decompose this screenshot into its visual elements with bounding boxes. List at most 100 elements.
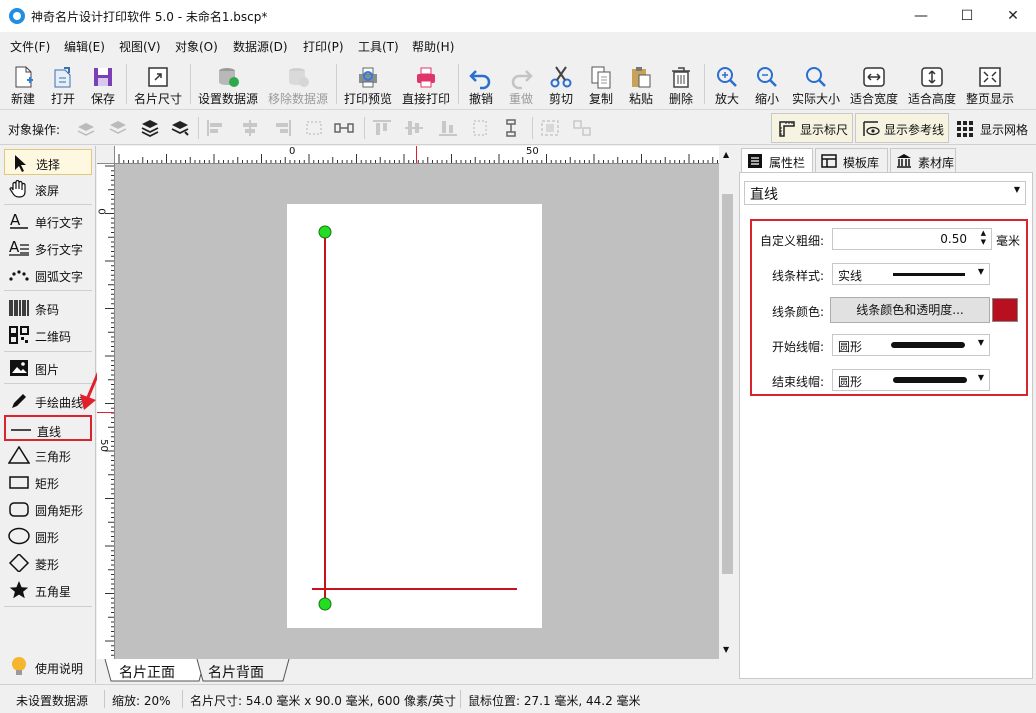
menu-datasource[interactable]: 数据源(D): [233, 38, 288, 55]
status-card-size: 名片尺寸: 54.0 毫米 x 90.0 毫米, 600 像素/英寸: [190, 694, 457, 708]
align-bottom-icon[interactable]: [438, 119, 458, 137]
tab-card-back[interactable]: 名片背面: [208, 662, 264, 682]
card-drawing: [312, 225, 517, 611]
tool-ellipse[interactable]: 圆形: [4, 523, 92, 549]
set-datasource-button[interactable]: 设置数据源: [194, 60, 262, 108]
show-grid-toggle[interactable]: 显示网格: [952, 113, 1034, 143]
barcode-icon: [9, 300, 29, 316]
align-right-icon[interactable]: [272, 119, 292, 137]
show-ruler-toggle[interactable]: 显示标尺: [771, 113, 853, 143]
menu-tools[interactable]: 工具(T): [358, 38, 399, 55]
tool-scroll[interactable]: 滚屏: [4, 176, 92, 202]
tab-properties[interactable]: 属性栏: [741, 148, 813, 172]
menu-print[interactable]: 打印(P): [303, 38, 344, 55]
layers-top-icon[interactable]: [140, 119, 160, 137]
line-start-handle[interactable]: [318, 225, 332, 239]
cut-button[interactable]: 剪切: [542, 60, 580, 108]
zoom-out-button[interactable]: 缩小: [748, 60, 786, 108]
paste-button[interactable]: 粘贴: [622, 60, 660, 108]
card-size-button[interactable]: 名片尺寸: [130, 60, 186, 108]
vertical-scrollbar[interactable]: ▲ ▼: [719, 146, 736, 659]
tool-qrcode[interactable]: 二维码: [4, 322, 92, 348]
status-mouse-position: 鼠标位置: 27.1 毫米, 44.2 毫米: [468, 694, 641, 708]
start-cap-select[interactable]: 圆形 ▼: [832, 334, 990, 356]
new-button[interactable]: 新建: [4, 60, 42, 108]
tool-line[interactable]: 直线: [4, 415, 92, 441]
tool-select[interactable]: 选择: [4, 149, 92, 175]
line-width-spinner[interactable]: 0.50 ▲ ▼: [832, 228, 992, 250]
align-center-icon[interactable]: [240, 119, 260, 137]
scroll-down-icon[interactable]: ▼: [723, 645, 729, 654]
tool-help[interactable]: 使用说明: [4, 654, 92, 680]
zoom-in-button[interactable]: 放大: [708, 60, 746, 108]
triangle-icon: [8, 446, 30, 464]
tool-star[interactable]: 五角星: [4, 577, 92, 603]
line-end-handle[interactable]: [318, 597, 332, 611]
align-left-icon[interactable]: [206, 119, 226, 137]
line-color-swatch[interactable]: [992, 298, 1018, 322]
fit-height-button[interactable]: 适合高度: [904, 60, 960, 108]
show-guides-toggle[interactable]: 显示参考线: [855, 113, 949, 143]
send-backward-icon[interactable]: [108, 119, 128, 137]
distribute-vertical-icon[interactable]: [470, 119, 490, 137]
distribute-vspacing-icon[interactable]: [502, 119, 522, 137]
tool-multi-text[interactable]: A 多行文字: [4, 235, 92, 261]
spinner-arrows-icon[interactable]: ▲ ▼: [981, 229, 986, 247]
fit-width-button[interactable]: 适合宽度: [846, 60, 902, 108]
tool-triangle[interactable]: 三角形: [4, 442, 92, 468]
tool-single-text[interactable]: A 单行文字: [4, 208, 92, 234]
line-style-select[interactable]: 实线 ▼: [832, 263, 990, 285]
bring-forward-icon[interactable]: [76, 119, 96, 137]
direct-print-button[interactable]: 直接打印: [398, 60, 454, 108]
right-panel: 属性栏 模板库 素材库 直线 ▼ 自定义粗细: 0.50 ▲ ▼ 毫米 线条样式:…: [737, 146, 1036, 683]
scroll-thumb[interactable]: [722, 194, 733, 574]
open-button[interactable]: 打开: [44, 60, 82, 108]
redo-button[interactable]: 重做: [502, 60, 540, 108]
layers-bottom-icon[interactable]: [170, 119, 190, 137]
menu-edit[interactable]: 编辑(E): [64, 38, 105, 55]
menu-file[interactable]: 文件(F): [10, 38, 50, 55]
tool-rect[interactable]: 矩形: [4, 469, 92, 495]
line-color-button[interactable]: 线条颜色和透明度...: [830, 297, 990, 323]
app-logo-icon: [9, 8, 25, 24]
toolbar-divider: [704, 64, 705, 104]
undo-button[interactable]: 撤销: [462, 60, 500, 108]
tab-templates[interactable]: 模板库: [815, 148, 888, 172]
vruler-label-0: 0: [97, 208, 107, 214]
maximize-button[interactable]: ☐: [944, 0, 990, 32]
tool-diamond[interactable]: 菱形: [4, 550, 92, 576]
close-button[interactable]: ✕: [990, 0, 1036, 32]
workspace[interactable]: [115, 164, 719, 659]
tool-arc-text[interactable]: 圆弧文字: [4, 262, 92, 288]
svg-text:A: A: [9, 239, 20, 256]
object-ops-label: 对象操作:: [8, 123, 61, 137]
print-preview-button[interactable]: 打印预览: [340, 60, 396, 108]
horizontal-ruler[interactable]: 0 50: [115, 146, 719, 164]
menu-help[interactable]: 帮助(H): [412, 38, 454, 55]
distribute-horizontal-icon[interactable]: [304, 119, 324, 137]
group-icon[interactable]: [540, 119, 560, 137]
scroll-up-icon[interactable]: ▲: [723, 150, 729, 159]
object-type-select[interactable]: 直线 ▼: [744, 181, 1026, 205]
align-middle-icon[interactable]: [404, 119, 424, 137]
vertical-ruler[interactable]: 0 50: [97, 164, 115, 659]
remove-datasource-button[interactable]: 移除数据源: [264, 60, 332, 108]
fit-page-button[interactable]: 整页显示: [962, 60, 1018, 108]
actual-size-button[interactable]: 实际大小: [788, 60, 844, 108]
tab-materials[interactable]: 素材库: [890, 148, 956, 172]
minimize-button[interactable]: —: [898, 0, 944, 32]
tool-barcode[interactable]: 条码: [4, 295, 92, 321]
end-cap-select[interactable]: 圆形 ▼: [832, 369, 990, 391]
menu-object[interactable]: 对象(O): [175, 38, 218, 55]
tool-round-rect[interactable]: 圆角矩形: [4, 496, 92, 522]
delete-button[interactable]: 删除: [662, 60, 700, 108]
menu-view[interactable]: 视图(V): [119, 38, 161, 55]
ungroup-icon[interactable]: [572, 119, 592, 137]
save-button[interactable]: 保存: [84, 60, 122, 108]
distribute-spacing-icon[interactable]: [334, 119, 354, 137]
align-top-icon[interactable]: [372, 119, 392, 137]
scissors-icon: [550, 66, 572, 88]
card-front-canvas[interactable]: [287, 204, 542, 628]
copy-button[interactable]: 复制: [582, 60, 620, 108]
tab-card-front[interactable]: 名片正面: [119, 662, 175, 682]
